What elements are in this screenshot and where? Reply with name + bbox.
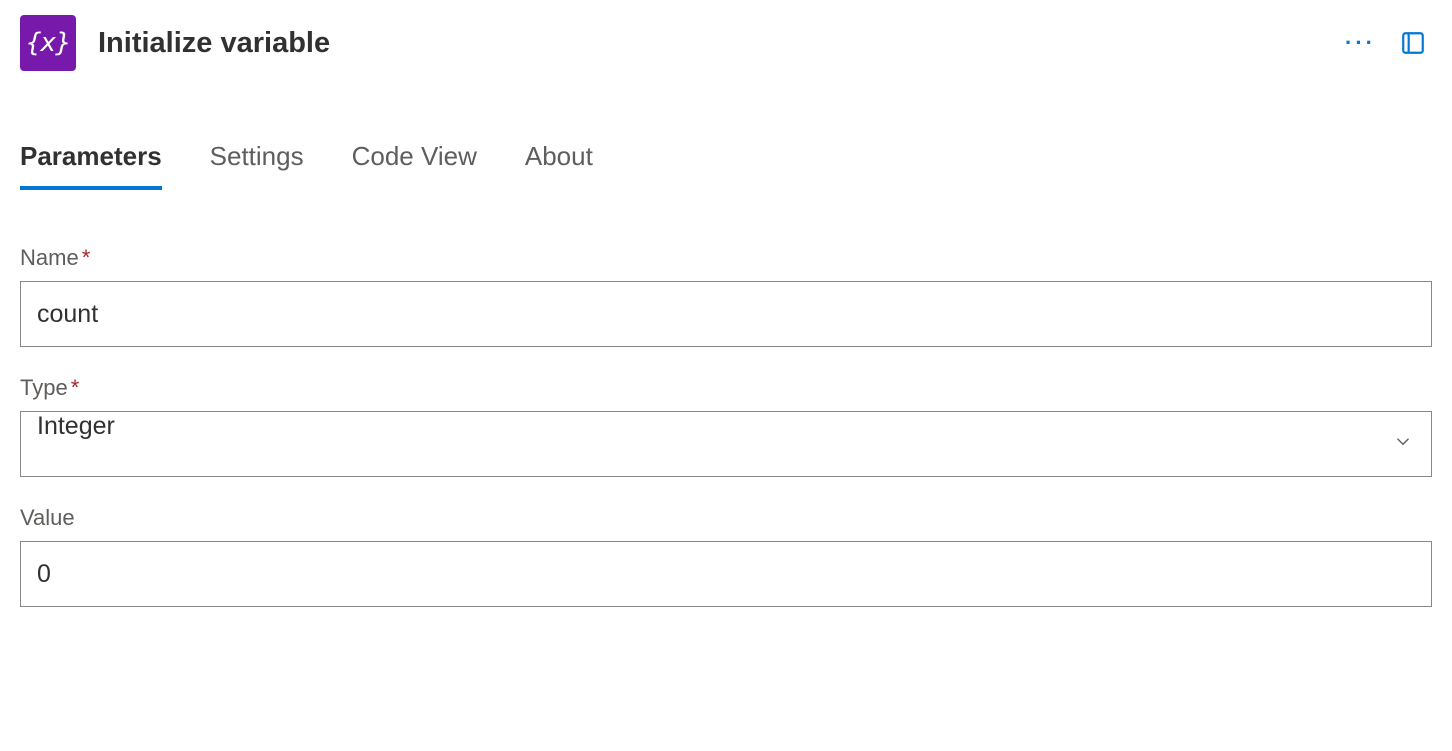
tab-settings[interactable]: Settings — [210, 141, 304, 190]
name-label: Name* — [20, 245, 1432, 271]
action-title: Initialize variable — [98, 27, 330, 60]
header-right: ··· — [1341, 26, 1432, 60]
variable-icon: {x} — [20, 15, 76, 71]
field-group-type: Type* Integer — [20, 375, 1432, 477]
field-group-value: Value — [20, 505, 1432, 607]
name-input[interactable] — [20, 281, 1432, 347]
tab-about[interactable]: About — [525, 141, 593, 190]
tab-code-view[interactable]: Code View — [352, 141, 477, 190]
more-options-button[interactable]: ··· — [1341, 26, 1380, 60]
type-select-wrapper: Integer — [20, 411, 1432, 477]
action-header: {x} Initialize variable ··· — [20, 15, 1432, 71]
header-left: {x} Initialize variable — [20, 15, 330, 71]
type-label: Type* — [20, 375, 1432, 401]
required-indicator: * — [71, 375, 80, 400]
value-input[interactable] — [20, 541, 1432, 607]
tab-parameters[interactable]: Parameters — [20, 141, 162, 190]
type-select[interactable]: Integer — [20, 411, 1432, 477]
field-group-name: Name* — [20, 245, 1432, 347]
expand-icon[interactable] — [1400, 30, 1426, 56]
value-label: Value — [20, 505, 1432, 531]
required-indicator: * — [82, 245, 91, 270]
tab-list: Parameters Settings Code View About — [20, 141, 1432, 190]
